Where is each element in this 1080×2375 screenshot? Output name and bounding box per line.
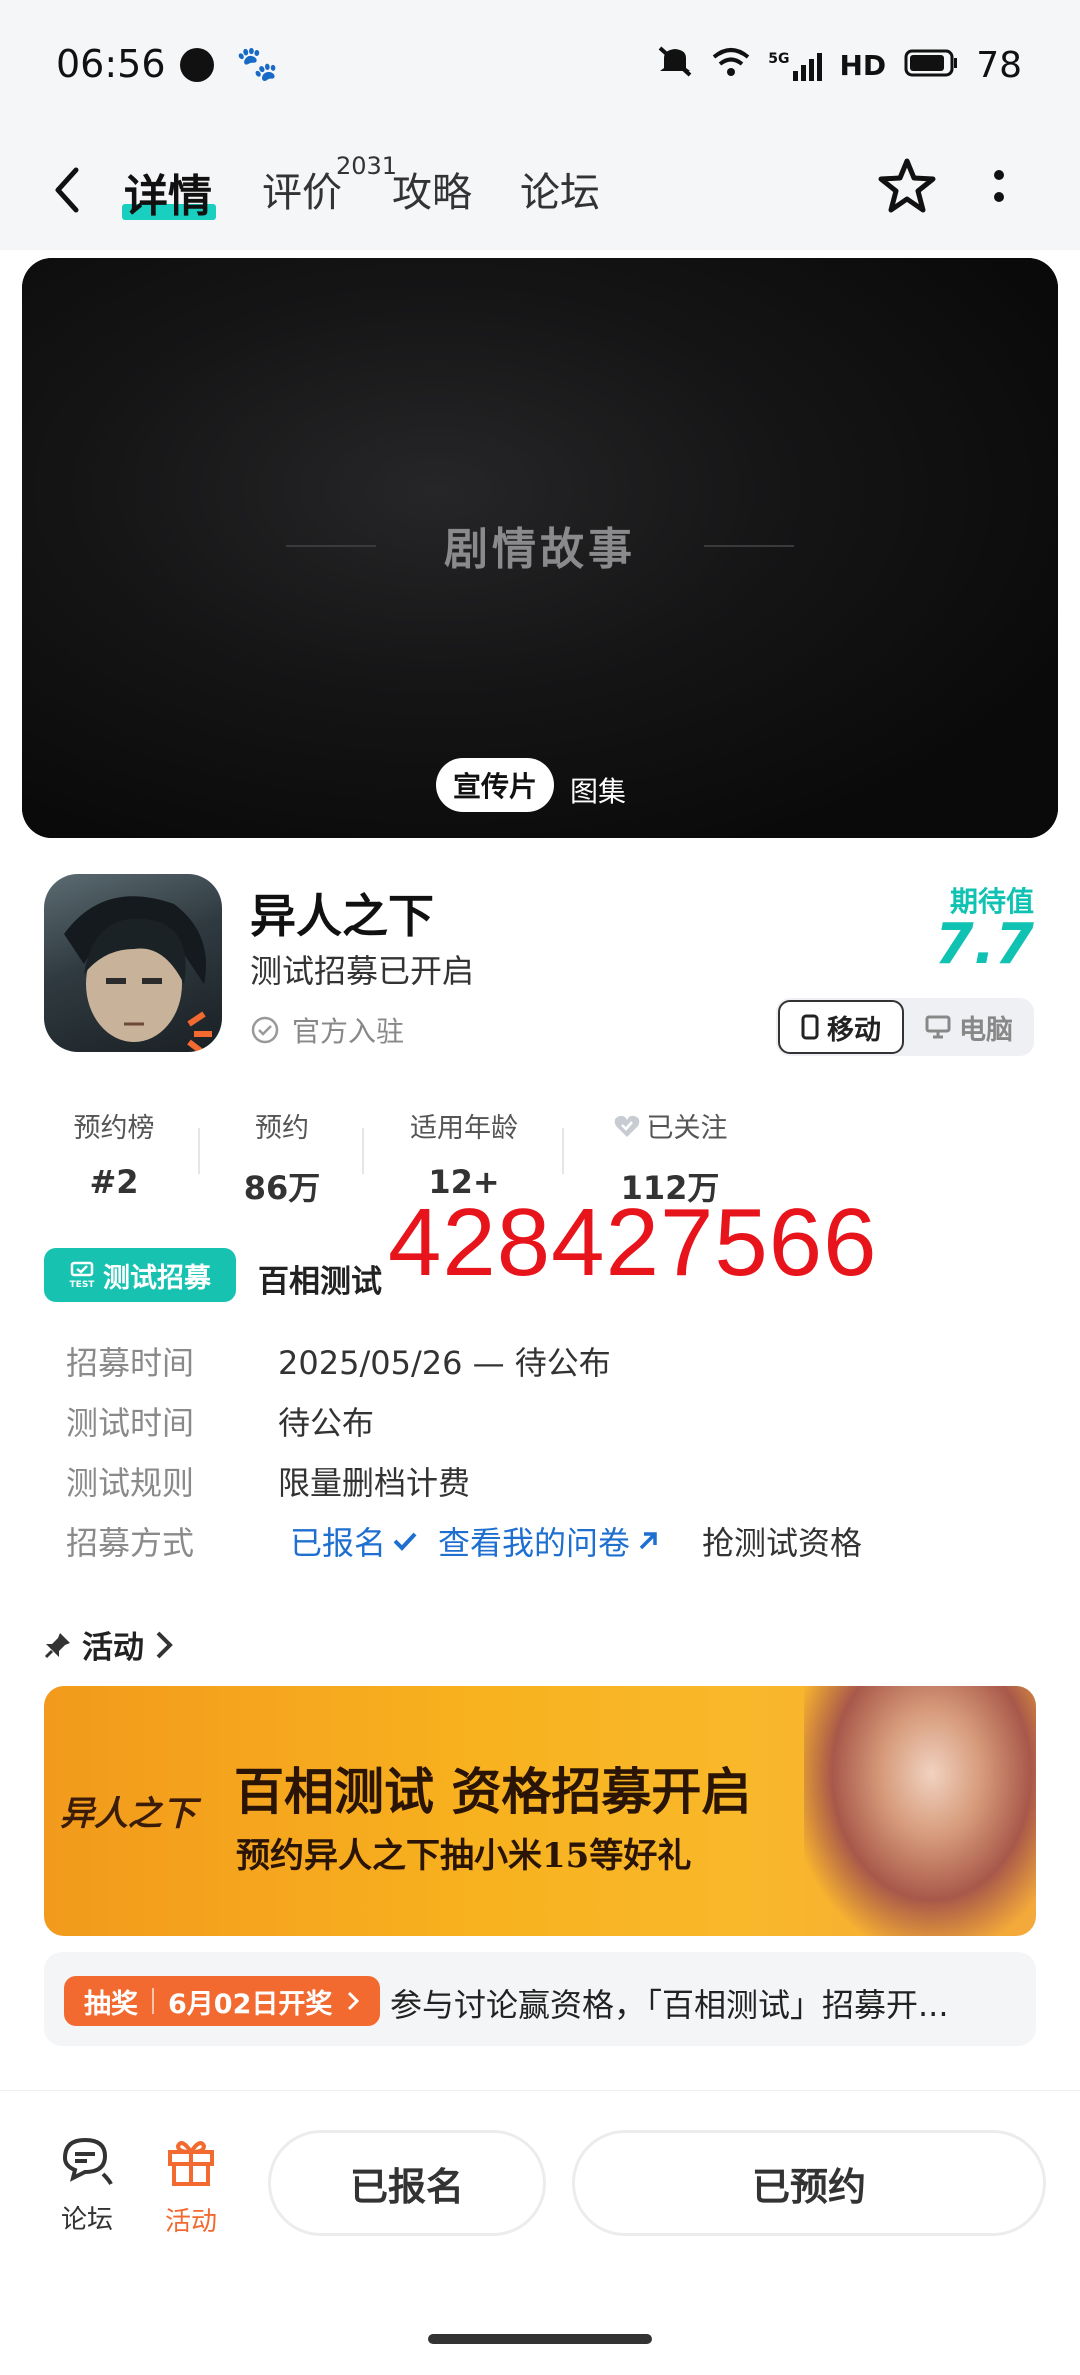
chevron-right-icon [348,1991,360,2011]
stat-value: #2 [89,1163,139,1201]
stat-label: 预约 [255,1113,309,1144]
video-title-text: 剧情故事 [444,524,636,575]
reserved-button[interactable]: 已预约 [572,2130,1046,2236]
info-label: 招募方式 [66,1524,195,1562]
chevron-left-icon [55,167,79,213]
info-label: 测试时间 [66,1404,195,1442]
stat-reservations: 预约 86万 [202,1106,362,1209]
banner-game-logo: 异人之下 [60,1794,196,1834]
platform-pc-button[interactable]: 电脑 [906,1000,1032,1054]
chat-bubble-icon [62,2137,113,2185]
more-button[interactable] [994,170,1008,202]
stat-label: 已关注 [646,1113,728,1144]
stat-label-row: 已关注 [580,1106,760,1145]
game-app-icon [44,874,222,1052]
tab-promo-video[interactable]: 宣传片 [436,758,554,812]
check-circle-icon [251,1016,279,1044]
stat-age-rating[interactable]: 适用年龄 12+ [384,1106,544,1201]
bottom-activity-label: 活动 [164,2207,217,2237]
platform-mobile-button[interactable]: 移动 [778,1000,904,1054]
info-label: 测试规则 [66,1464,195,1502]
phone-icon [801,1014,819,1040]
lottery-date: 6月02日开奖 [168,1988,333,2020]
back-button[interactable] [52,166,80,218]
expectation-score: 7.7 [934,912,1034,977]
stat-label: 预约榜 [73,1113,155,1144]
view-survey-link[interactable]: 查看我的问卷 [438,1518,660,1564]
info-value: 限量删档计费 [278,1464,471,1502]
recruit-badge-label: 测试招募 [103,1262,211,1294]
stat-divider [198,1128,200,1174]
test-icon: TEST [69,1261,95,1290]
hd-label: HD [839,49,887,82]
lottery-text: 参与讨论赢资格，「百相测试」招募开... [390,1986,949,2024]
grab-test-slot[interactable]: 抢测试资格 [702,1518,862,1564]
bottom-activity-button[interactable]: 活动 [146,2134,236,2238]
monitor-icon [925,1015,951,1039]
check-icon [393,1532,417,1551]
stat-divider [362,1128,364,1174]
heart-check-icon [614,1115,639,1137]
activity-section-header[interactable]: 活动 [44,1622,174,1667]
tab-details[interactable]: 详情 [124,160,212,224]
home-indicator[interactable] [428,2334,652,2344]
overlay-number-watermark: 428427566 [388,1189,878,1296]
wifi-icon [712,46,750,86]
registered-label: 已报名 [290,1524,387,1562]
platform-pc-label: 电脑 [959,1014,1013,1046]
battery-icon [904,46,958,86]
info-value: 待公布 [278,1404,375,1442]
stat-reservation-rank[interactable]: 预约榜 #2 [34,1106,194,1201]
paw-icon: 🐾 [236,44,279,84]
badge-separator [152,1988,154,2014]
stat-label: 适用年龄 [410,1113,518,1144]
activity-title: 活动 [82,1630,144,1666]
notification-dot-icon [180,48,214,82]
lottery-tag: 抽奖 [84,1988,138,2020]
bottom-forum-button[interactable]: 论坛 [42,2134,132,2236]
view-survey-label: 查看我的问卷 [438,1524,631,1562]
bottom-forum-label: 论坛 [60,2205,113,2235]
info-value: 2025/05/26 — 待公布 [278,1344,611,1382]
media-player[interactable]: 剧情故事 宣传片 图集 [22,258,1058,838]
verified-label: 官方入驻 [292,1015,405,1048]
signal-icon: 5G [768,51,822,81]
arrow-up-right-icon [639,1532,657,1550]
status-icons: 5G HD 78 [656,44,1022,87]
platform-mobile-label: 移动 [827,1014,881,1046]
banner-headline: 百相测试 资格招募开启 [234,1762,752,1821]
favorite-button[interactable] [876,156,938,220]
official-verified: 官方入驻 [250,1010,404,1050]
mute-icon [656,44,694,87]
tab-reviews[interactable]: 评价 [262,160,342,218]
test-recruit-badge: TEST 测试招募 [44,1248,236,1302]
review-count-badge: 2031 [336,152,398,180]
tab-forum[interactable]: 论坛 [520,160,600,218]
stat-value: 86万 [243,1169,321,1207]
gift-icon [168,2141,214,2186]
status-time: 06:56 [56,42,166,86]
chevron-right-icon [156,1631,173,1658]
game-name: 异人之下 [250,889,434,943]
lottery-badge: 抽奖 6月02日开奖 [64,1976,381,2026]
test-icon-text: TEST [69,1279,95,1290]
banner-character-art [804,1686,1036,1936]
tab-guides[interactable]: 攻略 [392,160,472,218]
battery-level: 78 [976,45,1022,86]
recruit-test-name: 百相测试 [258,1264,382,1300]
pin-icon [44,1632,70,1658]
activity-banner[interactable]: 异人之下 百相测试 资格招募开启 预约异人之下抽小米15等好礼 [44,1686,1036,1936]
star-icon [878,158,936,213]
banner-subline: 预约异人之下抽小米15等好礼 [236,1836,692,1876]
game-subtitle: 测试招募已开启 [250,952,475,990]
stat-divider [562,1128,564,1174]
registered-link[interactable]: 已报名 [290,1518,418,1564]
more-vertical-icon [994,170,1008,202]
registered-button[interactable]: 已报名 [268,2130,546,2236]
tab-gallery[interactable]: 图集 [570,770,626,810]
info-label: 招募时间 [66,1344,195,1382]
